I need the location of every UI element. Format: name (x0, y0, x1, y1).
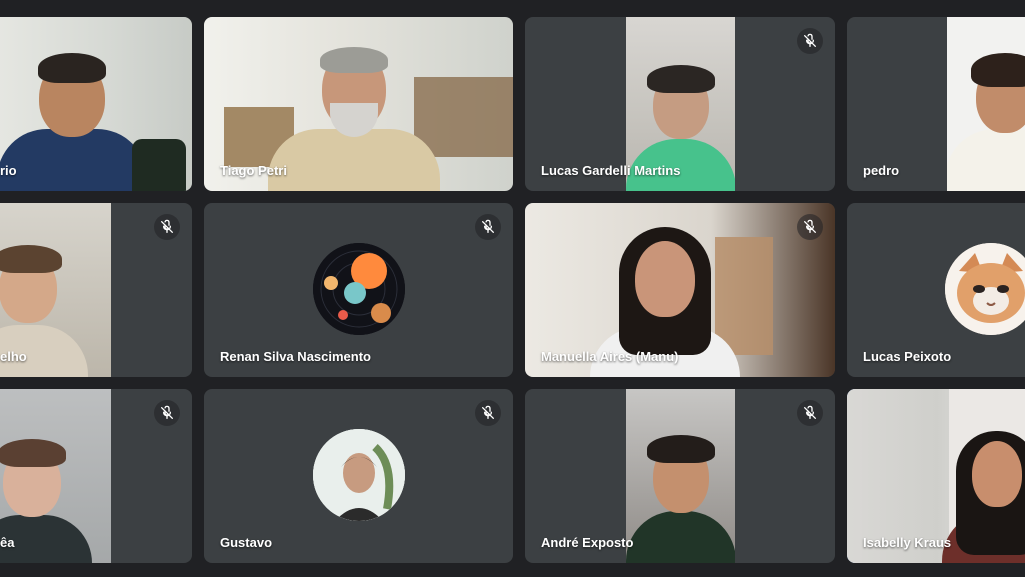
participant-tile[interactable]: Lucas Gardelli Martins (525, 17, 835, 191)
participant-tile[interactable]: Gustavo (204, 389, 513, 563)
participant-tile[interactable]: rio (0, 17, 192, 191)
participant-name: êa (0, 535, 15, 550)
participant-name: Manuella Aires (Manu) (541, 349, 679, 364)
participant-name: Renan Silva Nascimento (220, 349, 371, 364)
profile-photo-avatar (313, 429, 405, 521)
participant-tile[interactable]: Tiago Petri (204, 17, 513, 191)
participant-tile[interactable]: êa (0, 389, 192, 563)
participant-name: Tiago Petri (220, 163, 287, 178)
meeting-grid: rio Tiago Petri Lucas Gardelli Martins p… (0, 0, 1025, 577)
cat-avatar (945, 243, 1025, 335)
participant-name: Lucas Gardelli Martins (541, 163, 681, 178)
planets-avatar (313, 243, 405, 335)
participant-tile-active-speaker[interactable]: Isabelly Kraus (847, 389, 1025, 563)
mic-off-icon (797, 214, 823, 240)
mic-off-icon (475, 214, 501, 240)
participant-tile[interactable]: elho (0, 203, 192, 377)
mic-off-icon (797, 28, 823, 54)
participant-tile[interactable]: pedro (847, 17, 1025, 191)
mic-off-icon (154, 214, 180, 240)
participant-name: Lucas Peixoto (863, 349, 952, 364)
mic-off-icon (797, 400, 823, 426)
video-feed (0, 17, 192, 191)
video-feed (947, 17, 1025, 191)
participant-tile[interactable]: Renan Silva Nascimento (204, 203, 513, 377)
mic-off-icon (154, 400, 180, 426)
participant-tile[interactable]: Lucas Peixoto (847, 203, 1025, 377)
participant-name: Isabelly Kraus (863, 535, 952, 550)
participant-name: elho (0, 349, 27, 364)
participant-tile[interactable]: Manuella Aires (Manu) (525, 203, 835, 377)
participant-name: André Exposto (541, 535, 634, 550)
video-feed (626, 389, 735, 563)
participant-name: Gustavo (220, 535, 273, 550)
mic-off-icon (475, 400, 501, 426)
participant-name: pedro (863, 163, 900, 178)
video-feed (0, 389, 111, 563)
participant-tile[interactable]: André Exposto (525, 389, 835, 563)
participant-name: rio (0, 163, 17, 178)
